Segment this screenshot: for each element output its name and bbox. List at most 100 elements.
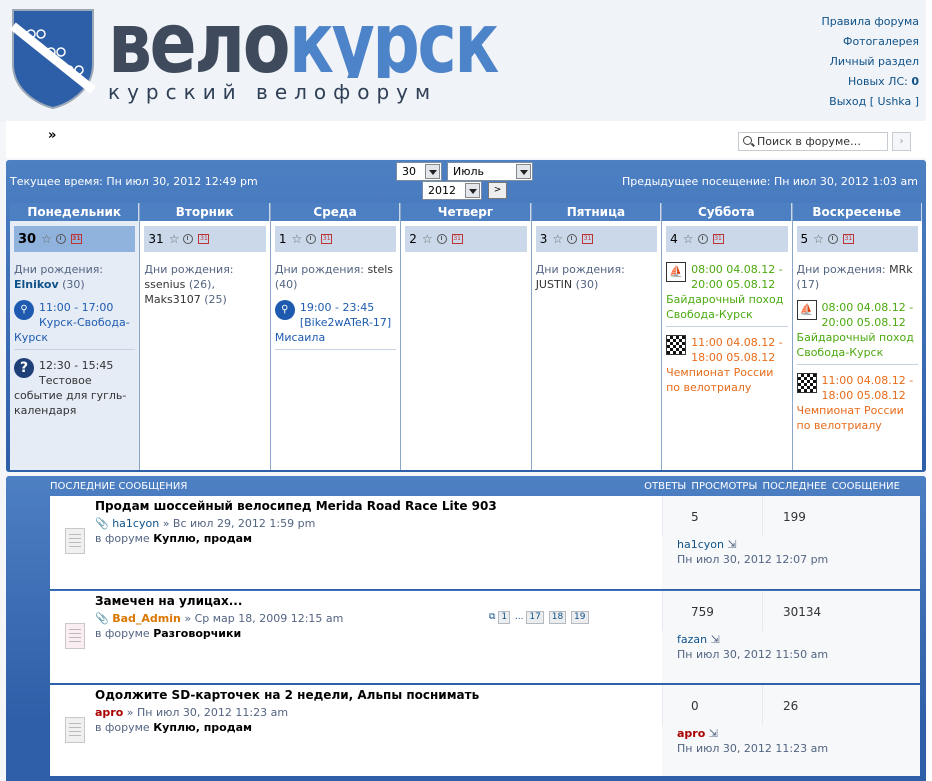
day-cell[interactable]: 1 ☆ 31 [274, 226, 397, 252]
calendar-event[interactable]: 11:00 04.08.12 - 18:00 05.08.12 Чемпионат… [796, 373, 918, 437]
calendar-event[interactable]: ⚲ 11:00 - 17:00 Курск-Свобода-Курск [14, 300, 136, 350]
calendar-icon[interactable]: 31 [198, 234, 210, 244]
site-tagline: курский велофорум [108, 80, 438, 104]
calendar-go-button[interactable]: > [488, 182, 507, 199]
calendar-icon[interactable]: 31 [712, 234, 724, 244]
page-link[interactable]: 17 [526, 611, 544, 624]
calendar-icon[interactable]: 31 [70, 234, 82, 244]
day-cell[interactable]: 30 ☆ 31 [14, 226, 136, 252]
recent-posts-title: ПОСЛЕДНИЕ СООБЩЕНИЯ [50, 481, 188, 492]
checkered-flag-icon [666, 335, 687, 355]
star-icon[interactable]: ☆ [683, 232, 694, 246]
calendar-icon[interactable]: 31 [582, 234, 594, 244]
calendar-event[interactable]: ⛵ 08:00 04.08.12 - 20:00 05.08.12 Байдароч… [796, 300, 918, 365]
month-select[interactable]: Июль [447, 162, 533, 181]
rules-link[interactable]: Правила форума [821, 12, 919, 32]
last-post: fazan ⇲ Пн июл 30, 2012 11:50 am [677, 633, 829, 661]
topic-author[interactable]: Bad_Admin [112, 612, 181, 625]
topic-author[interactable]: ha1cyon [112, 517, 159, 530]
day-select[interactable]: 30 [396, 162, 442, 181]
clock-icon[interactable] [55, 234, 66, 244]
ucp-link[interactable]: Личный раздел [821, 52, 919, 72]
star-icon[interactable]: ☆ [813, 232, 824, 246]
clock-icon[interactable] [827, 234, 838, 244]
clock-icon[interactable] [567, 234, 578, 244]
day-column-saturday: Суббота 4 ☆ 31 ⛵ 08:00 04.08.12 - 20:00 05.… [662, 203, 793, 470]
forum-link[interactable]: Разговорчики [153, 627, 241, 640]
calendar-icon[interactable]: 31 [321, 234, 333, 244]
birthday-user[interactable]: Elnikov [14, 278, 59, 291]
birthday-user[interactable]: stels [367, 263, 393, 276]
birthday-user[interactable]: ssenius [144, 278, 185, 291]
checkered-flag-icon [796, 373, 817, 393]
star-icon[interactable]: ☆ [552, 232, 563, 246]
day-cell[interactable]: 4 ☆ 31 [666, 226, 788, 252]
navbar: » Поиск в форуме… › [6, 128, 926, 158]
day-cell[interactable]: 5 ☆ 31 [796, 226, 918, 252]
topic-hot-icon [65, 623, 85, 649]
weekday-header: Воскресенье [792, 203, 922, 221]
birthday-user[interactable]: MRk [889, 263, 913, 276]
gallery-link[interactable]: Фотогалерея [821, 32, 919, 52]
last-post-user[interactable]: ha1cyon [677, 538, 724, 551]
page-link[interactable]: 1 [498, 611, 511, 624]
last-post: apro ⇲ Пн июл 30, 2012 11:23 am [677, 727, 829, 755]
year-select[interactable]: 2012 [422, 181, 482, 200]
pm-link[interactable]: Новых ЛС: 0 [821, 72, 919, 92]
page-link[interactable]: 18 [548, 611, 567, 624]
calendar-icon[interactable]: 31 [451, 234, 463, 244]
star-icon[interactable]: ☆ [422, 232, 433, 246]
forum-link[interactable]: Куплю, продам [153, 721, 252, 734]
clock-icon[interactable] [436, 234, 447, 244]
svg-text:вело: вело [108, 2, 288, 78]
page-link[interactable]: 19 [571, 611, 589, 624]
clock-icon[interactable] [697, 234, 708, 244]
topic-row[interactable]: Замечен на улицах... 📎 Bad_Admin » Ср ма… [50, 591, 920, 684]
last-post-user[interactable]: fazan [677, 633, 707, 646]
calendar-event[interactable]: ⛵ 08:00 04.08.12 - 20:00 05.08.12 Байдароч… [666, 262, 788, 327]
site-logo-text[interactable]: вело курск [106, 2, 506, 78]
last-post-user[interactable]: apro [677, 727, 705, 740]
topic-title[interactable]: Одолжите SD-карточек на 2 недели, Альпы … [95, 688, 479, 702]
logout-link[interactable]: Выход [ Ushka ] [821, 92, 919, 112]
topic-read-icon [65, 717, 85, 743]
star-icon[interactable]: ☆ [169, 232, 180, 246]
search-button[interactable]: › [892, 132, 911, 151]
forum-link[interactable]: Куплю, продам [153, 532, 252, 545]
star-icon[interactable]: ☆ [41, 232, 52, 246]
birthday-user[interactable]: JUSTIN [536, 278, 572, 291]
clock-icon[interactable] [306, 234, 317, 244]
calendar-panel: Текущее время: Пн июл 30, 2012 12:49 pm … [6, 160, 926, 472]
weekday-header: Вторник [140, 203, 270, 221]
topic-title[interactable]: Замечен на улицах... [95, 594, 242, 608]
city-shield-logo[interactable] [9, 6, 97, 110]
calendar-event[interactable]: ? 12:30 - 15:45 Тестовое событие для гугль… [14, 358, 135, 422]
star-icon[interactable]: ☆ [291, 232, 302, 246]
view-latest-icon[interactable]: ⇲ [709, 727, 718, 740]
calendar-event[interactable]: 11:00 04.08.12 - 18:00 05.08.12 Чемпионат… [666, 335, 787, 399]
topic-row[interactable]: Одолжите SD-карточек на 2 недели, Альпы … [50, 685, 920, 777]
day-column-friday: Пятница 3 ☆ 31 Дни рождения: JUSTIN (30) [531, 203, 663, 470]
topic-author[interactable]: apro [95, 706, 123, 719]
clock-icon[interactable] [183, 234, 194, 244]
breadcrumb[interactable]: » [48, 128, 56, 143]
day-cell[interactable]: 31 ☆ 31 [144, 226, 266, 252]
topic-row[interactable]: Продам шоссейный велосипед Merida Road R… [50, 496, 920, 590]
birthday-user[interactable]: Maks3107 [144, 293, 200, 306]
weekday-header: Четверг [401, 203, 531, 221]
birthdays: Дни рождения: Elnikov (30) [14, 263, 104, 291]
search-input[interactable]: Поиск в форуме… [738, 132, 888, 151]
column-headers: ОТВЕТЫ ПРОСМОТРЫ ПОСЛЕДНЕЕ СООБЩЕНИЕ [644, 481, 900, 492]
scrollbar[interactable] [926, 0, 932, 781]
bike-icon: ⚲ [14, 300, 34, 320]
topic-read-icon [65, 528, 85, 554]
day-cell[interactable]: 2 ☆ 31 [405, 226, 527, 252]
topic-title[interactable]: Продам шоссейный велосипед Merida Road R… [95, 499, 497, 513]
view-latest-icon[interactable]: ⇲ [727, 538, 736, 551]
day-cell[interactable]: 3 ☆ 31 [535, 226, 658, 252]
calendar-icon[interactable]: 31 [842, 234, 854, 244]
views-count: 199 [762, 496, 832, 536]
calendar-event[interactable]: ⚲ 19:00 - 23:45 [Bike2wATeR-17] Мисаила [274, 300, 397, 350]
topic-meta: 📎 ha1cyon » Вс июл 29, 2012 1:59 pm в фор… [95, 517, 316, 545]
view-latest-icon[interactable]: ⇲ [711, 633, 720, 646]
